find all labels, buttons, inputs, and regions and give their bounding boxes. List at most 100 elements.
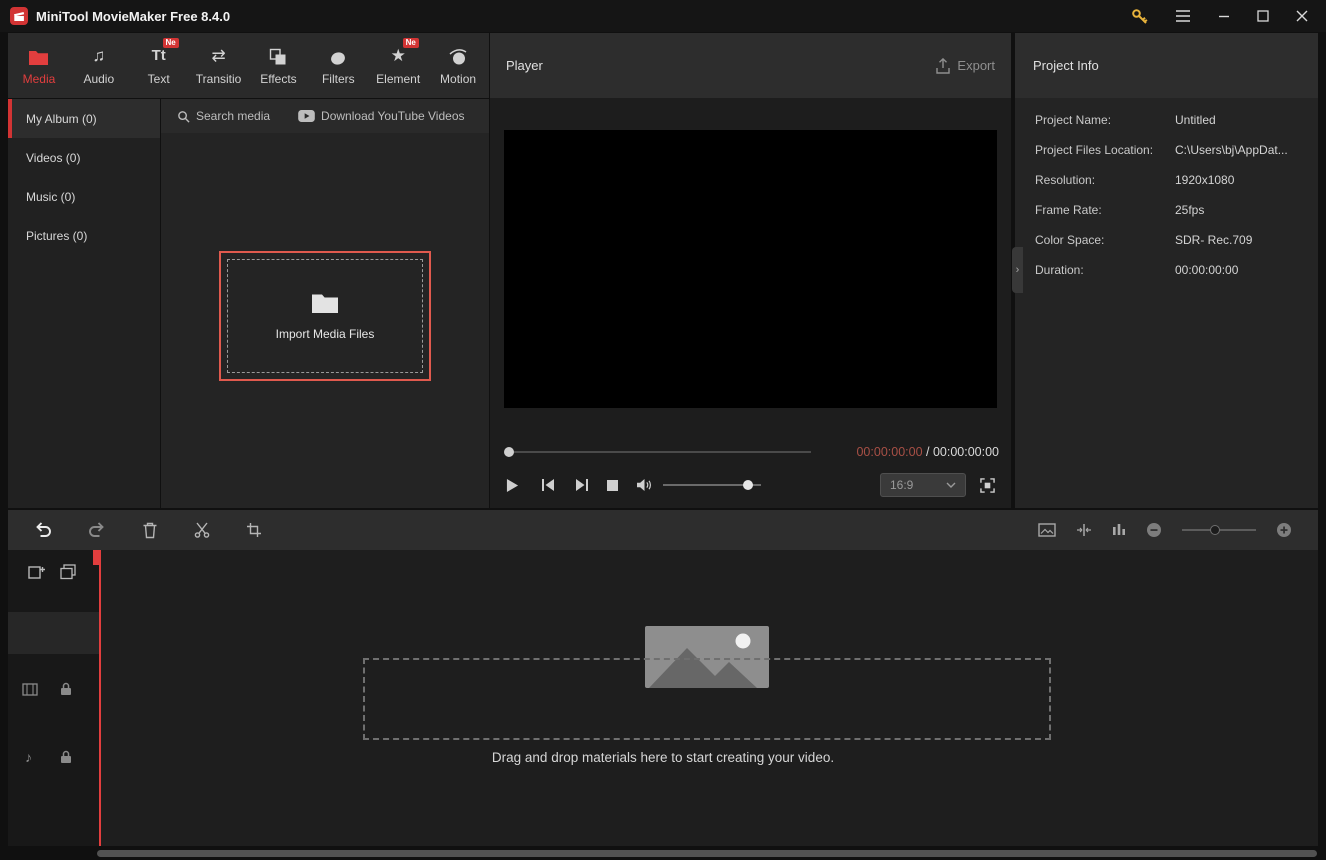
search-media-button[interactable]: Search media [177,109,270,123]
redo-button[interactable] [88,522,106,538]
horizontal-scrollbar[interactable] [97,850,1317,857]
undo-button[interactable] [34,522,52,538]
export-label: Export [957,58,995,73]
project-name-value: Untitled [1175,113,1216,127]
tab-text-label: Text [148,72,170,86]
video-track-lock-icon[interactable] [60,682,72,696]
snap-icon[interactable] [1076,523,1092,537]
frame-rate-label: Frame Rate: [1035,203,1175,217]
audio-meter-icon[interactable] [1112,523,1126,537]
title-bar: MiniTool MovieMaker Free 8.4.0 [0,0,1326,32]
drop-hint-text: Drag and drop materials here to start cr… [8,750,1318,765]
media-folder-icon [28,46,49,66]
resolution-label: Resolution: [1035,173,1175,187]
media-library-panel: Import Media Files [161,133,489,508]
motion-icon [448,46,468,66]
collapse-panel-button[interactable]: › [1012,247,1023,293]
color-space-value: SDR- Rec.709 [1175,233,1252,247]
seek-handle[interactable] [504,447,514,457]
download-youtube-label: Download YouTube Videos [321,109,464,123]
minimize-button[interactable] [1218,10,1230,22]
timeline-zoom-slider[interactable] [1182,524,1256,536]
aspect-ratio-select[interactable]: 16:9 [880,473,966,497]
duration-value: 00:00:00:00 [1175,263,1238,277]
split-scissors-button[interactable] [194,522,210,538]
zoom-out-button[interactable] [1146,522,1162,538]
transition-icon: ⇄ [211,46,225,66]
crop-button[interactable] [246,522,262,538]
tab-effects-label: Effects [260,72,296,86]
volume-slider[interactable] [663,478,761,492]
titlebar-controls [1131,8,1316,25]
project-info-header: Project Info [1015,33,1318,98]
app-logo-icon [10,7,28,25]
app-title: MiniTool MovieMaker Free 8.4.0 [36,9,230,24]
chevron-right-icon: › [1016,264,1020,276]
sidebar-item-pictures[interactable]: Pictures (0) [8,216,160,255]
project-info-row: Frame Rate: 25fps [1035,195,1318,225]
seek-track[interactable] [511,451,811,453]
sidebar-item-label: Music (0) [26,190,75,204]
import-media-label: Import Media Files [276,327,375,341]
tab-filters[interactable]: Filters [308,33,368,98]
add-clip-icon[interactable] [28,564,46,580]
tab-media[interactable]: Media [9,33,69,98]
duplicate-track-icon[interactable] [60,564,76,580]
stop-button[interactable] [607,480,618,491]
search-media-label: Search media [196,109,270,123]
tab-motion-label: Motion [440,72,476,86]
tab-audio-label: Audio [83,72,114,86]
import-media-inner: Import Media Files [227,259,423,373]
tab-text[interactable]: Tt Ne Text [129,33,189,98]
frame-rate-value: 25fps [1175,203,1204,217]
filters-icon [329,46,347,66]
files-location-label: Project Files Location: [1035,143,1175,157]
sidebar-item-my-album[interactable]: My Album (0) [8,99,160,138]
tab-audio[interactable]: ♫ Audio [69,33,129,98]
export-button[interactable]: Export [936,58,995,74]
project-info-row: Resolution: 1920x1080 [1035,165,1318,195]
tab-transition[interactable]: ⇄ Transitio [189,33,249,98]
import-media-dropzone[interactable]: Import Media Files [219,251,431,381]
project-info-row: Project Name: Untitled [1035,105,1318,135]
main-track-band [8,612,100,654]
tab-motion[interactable]: Motion [428,33,488,98]
playhead-line[interactable] [99,550,101,846]
new-badge: Ne [163,38,179,49]
timeline-dropzone[interactable] [363,658,1051,740]
previous-frame-button[interactable] [541,478,555,492]
tab-filters-label: Filters [322,72,355,86]
transport-controls: 16:9 [490,470,1011,500]
tab-element[interactable]: ★ Ne Element [368,33,428,98]
search-icon [177,110,190,123]
media-panel-toolbar: Search media Download YouTube Videos [161,99,489,133]
volume-handle[interactable] [743,480,753,490]
project-info-row: Color Space: SDR- Rec.709 [1035,225,1318,255]
maximize-button[interactable] [1257,10,1269,22]
download-youtube-button[interactable]: Download YouTube Videos [298,109,464,123]
timeline-toolbar [8,510,1318,550]
zoom-in-button[interactable] [1276,522,1292,538]
next-frame-button[interactable] [575,478,589,492]
duration-label: Duration: [1035,263,1175,277]
sidebar-item-videos[interactable]: Videos (0) [8,138,160,177]
menu-icon[interactable] [1175,10,1191,22]
time-separator: / [923,445,933,459]
project-info-row: Duration: 00:00:00:00 [1035,255,1318,285]
track-manager-icon[interactable] [1038,523,1056,537]
zoom-handle[interactable] [1210,525,1220,535]
fullscreen-button[interactable] [980,478,995,493]
sidebar-item-music[interactable]: Music (0) [8,177,160,216]
tab-effects[interactable]: Effects [249,33,309,98]
project-info-title: Project Info [1033,58,1099,73]
close-button[interactable] [1296,10,1308,22]
license-key-icon[interactable] [1131,8,1148,25]
timeline-panel[interactable]: ♪ Drag and drop materials here to start … [8,550,1318,846]
ribbon-tab-bar: Media ♫ Audio Tt Ne Text ⇄ Transitio Eff… [8,33,489,98]
volume-icon[interactable] [636,478,653,492]
play-button[interactable] [506,478,519,493]
current-time: 00:00:00:00 [856,445,922,459]
video-preview[interactable] [504,130,997,408]
delete-button[interactable] [142,522,158,539]
sidebar-item-label: Pictures (0) [26,229,87,243]
